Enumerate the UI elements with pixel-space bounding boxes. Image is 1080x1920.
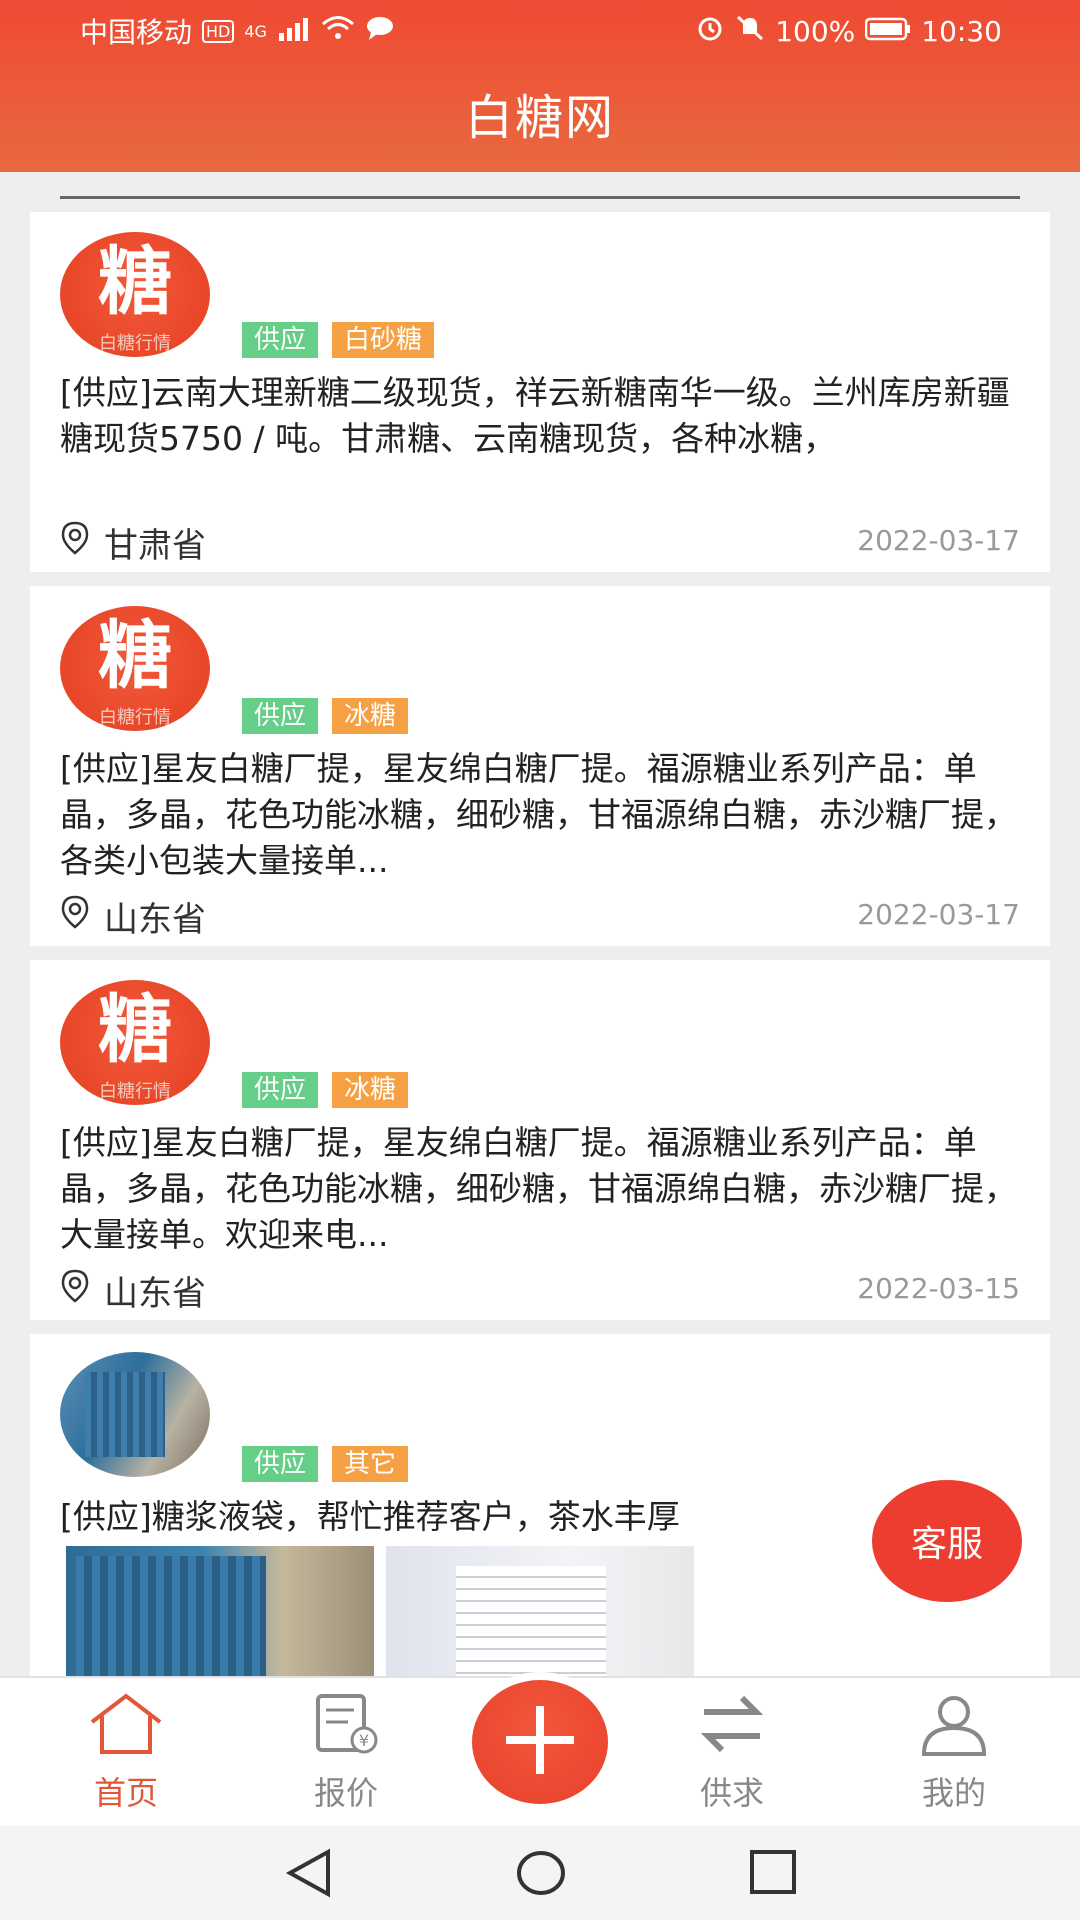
- tab-mine[interactable]: 我的: [884, 1688, 1024, 1814]
- avatar: [60, 1352, 210, 1477]
- tab-home-label: 首页: [93, 1774, 158, 1812]
- tag-type: 供应: [242, 1072, 319, 1108]
- hd-badge: HD: [202, 19, 235, 43]
- listing-photo[interactable]: [386, 1546, 694, 1676]
- tab-mine-label: 我的: [921, 1774, 986, 1812]
- avatar: 糖 白糖行情: [60, 606, 210, 731]
- mute-icon: [735, 14, 765, 49]
- location-label: 甘肃省: [104, 526, 206, 566]
- user-icon: [916, 1692, 992, 1764]
- avatar: 糖 白糖行情: [60, 980, 210, 1105]
- customer-service-button[interactable]: 客服: [872, 1480, 1022, 1602]
- tag-type: 供应: [242, 1446, 319, 1482]
- post-date: 2022-03-17: [857, 524, 1020, 557]
- system-nav-bar: [0, 1826, 1080, 1920]
- tab-home[interactable]: 首页: [56, 1688, 196, 1814]
- network-label: 4G: [244, 21, 267, 41]
- avatar: 糖 白糖行情: [60, 232, 210, 357]
- location-pin-icon: [60, 895, 90, 938]
- listing-photo[interactable]: [66, 1546, 374, 1676]
- tag-category: 白砂糖: [332, 322, 435, 358]
- plus-icon: [500, 1700, 580, 1784]
- divider: [60, 196, 1020, 199]
- location-pin-icon: [60, 521, 90, 564]
- location-label: 山东省: [104, 1274, 206, 1314]
- listing-description: [供应]云南大理新糖二级现货，祥云新糖南华一级。兰州库房新疆糖现货5750 / …: [60, 373, 1010, 458]
- listing-description: [供应]星友白糖厂提，星友绵白糖厂提。福源糖业系列产品：单晶，多晶，花色功能冰糖…: [60, 1123, 1017, 1254]
- location-pin-icon: [60, 1269, 90, 1312]
- location-label: 山东省: [104, 900, 206, 940]
- status-bar: 中国移动 HD 4G 100% 10:30: [0, 0, 1080, 62]
- tag-category: 其它: [332, 1446, 409, 1482]
- tab-quote[interactable]: ¥ 报价: [276, 1688, 416, 1814]
- tab-quote-label: 报价: [313, 1774, 378, 1812]
- tag-type: 供应: [242, 322, 319, 358]
- tag-category: 冰糖: [332, 1072, 409, 1108]
- list-item[interactable]: 糖 白糖行情 供应 冰糖 [供应]星友白糖厂提，星友绵白糖厂提。福源糖业系列产品…: [30, 960, 1050, 1320]
- tab-supply-demand[interactable]: 供求: [662, 1688, 802, 1814]
- post-date: 2022-03-15: [857, 1272, 1020, 1305]
- message-icon: [365, 15, 395, 48]
- listing-description: [供应]星友白糖厂提，星友绵白糖厂提。福源糖业系列产品：单晶，多晶，花色功能冰糖…: [60, 749, 1017, 880]
- home-circle-icon[interactable]: [514, 1848, 568, 1902]
- signal-icon: [277, 15, 311, 48]
- publish-button[interactable]: [472, 1680, 608, 1804]
- carrier-label: 中国移动: [80, 16, 193, 49]
- tag-category: 冰糖: [332, 698, 409, 734]
- list-item[interactable]: 糖 白糖行情 供应 白砂糖 [供应]云南大理新糖二级现货，祥云新糖南华一级。兰州…: [30, 212, 1050, 572]
- tag-type: 供应: [242, 698, 319, 734]
- app-header: 中国移动 HD 4G 100% 10:30 白糖网: [0, 0, 1080, 172]
- back-icon[interactable]: [282, 1848, 336, 1902]
- quote-icon: ¥: [308, 1692, 384, 1764]
- wifi-icon: [321, 15, 355, 48]
- svg-text:¥: ¥: [359, 1731, 369, 1750]
- alarm-icon: [695, 14, 725, 49]
- battery-percent: 100%: [775, 14, 856, 48]
- clock: 10:30: [921, 14, 1002, 48]
- home-icon: [88, 1692, 164, 1764]
- exchange-icon: [694, 1692, 770, 1764]
- tab-supply-demand-label: 供求: [699, 1774, 764, 1812]
- list-item[interactable]: 糖 白糖行情 供应 冰糖 [供应]星友白糖厂提，星友绵白糖厂提。福源糖业系列产品…: [30, 586, 1050, 946]
- listing-feed[interactable]: 糖 白糖行情 供应 白砂糖 [供应]云南大理新糖二级现货，祥云新糖南华一级。兰州…: [0, 172, 1080, 1676]
- post-date: 2022-03-17: [857, 898, 1020, 931]
- page-title: 白糖网: [464, 90, 615, 146]
- battery-icon: [865, 15, 911, 48]
- recent-apps-icon[interactable]: [746, 1848, 800, 1902]
